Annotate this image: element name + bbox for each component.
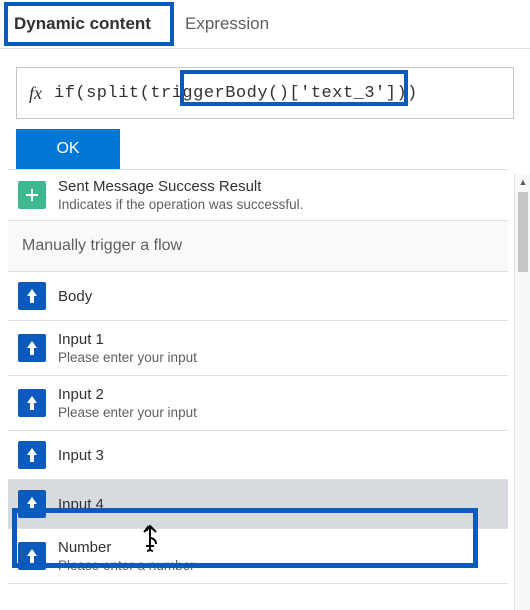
- dynamic-content-list: Sent Message Success Result Indicates if…: [8, 169, 508, 610]
- item-body[interactable]: Body: [8, 272, 508, 321]
- trigger-icon: [18, 282, 46, 310]
- content-area: fx if(split(triggerBody()['text_3'])) OK: [0, 49, 530, 169]
- fx-icon: fx: [17, 83, 54, 104]
- item-sub: Indicates if the operation was successfu…: [58, 197, 303, 212]
- trigger-icon: [18, 441, 46, 469]
- trigger-icon: [18, 490, 46, 518]
- formula-text: if(split(triggerBody()['text_3'])): [54, 84, 418, 103]
- item-title: Input 3: [58, 447, 104, 464]
- tab-expression[interactable]: Expression: [171, 0, 289, 48]
- item-title: Input 2: [58, 386, 197, 403]
- item-title: Input 1: [58, 331, 197, 348]
- item-input-2[interactable]: Input 2 Please enter your input: [8, 376, 508, 431]
- item-number[interactable]: Number Please enter a number: [8, 529, 508, 584]
- slack-icon: [18, 181, 46, 209]
- item-sub: Please enter your input: [58, 405, 197, 420]
- item-title: Input 4: [58, 496, 104, 513]
- tab-dynamic-content[interactable]: Dynamic content: [0, 0, 171, 48]
- item-input-4[interactable]: Input 4: [8, 480, 508, 529]
- formula-input[interactable]: fx if(split(triggerBody()['text_3'])): [16, 67, 514, 119]
- item-sent-message-result[interactable]: Sent Message Success Result Indicates if…: [8, 170, 508, 221]
- ok-button[interactable]: OK: [16, 129, 120, 169]
- item-sub: Please enter your input: [58, 350, 197, 365]
- item-title: Sent Message Success Result: [58, 178, 303, 195]
- item-title: Number: [58, 539, 195, 556]
- item-input-1[interactable]: Input 1 Please enter your input: [8, 321, 508, 376]
- group-header: Manually trigger a flow: [8, 221, 508, 272]
- scroll-thumb[interactable]: [518, 192, 528, 272]
- scrollbar[interactable]: ▲: [514, 174, 530, 610]
- trigger-icon: [18, 334, 46, 362]
- item-input-3[interactable]: Input 3: [8, 431, 508, 480]
- item-sub: Please enter a number: [58, 558, 195, 573]
- scroll-up-icon[interactable]: ▲: [515, 174, 530, 190]
- trigger-icon: [18, 542, 46, 570]
- trigger-icon: [18, 389, 46, 417]
- item-title: Body: [58, 288, 92, 305]
- tabs: Dynamic content Expression: [0, 0, 530, 49]
- expression-panel: Dynamic content Expression fx if(split(t…: [0, 0, 530, 610]
